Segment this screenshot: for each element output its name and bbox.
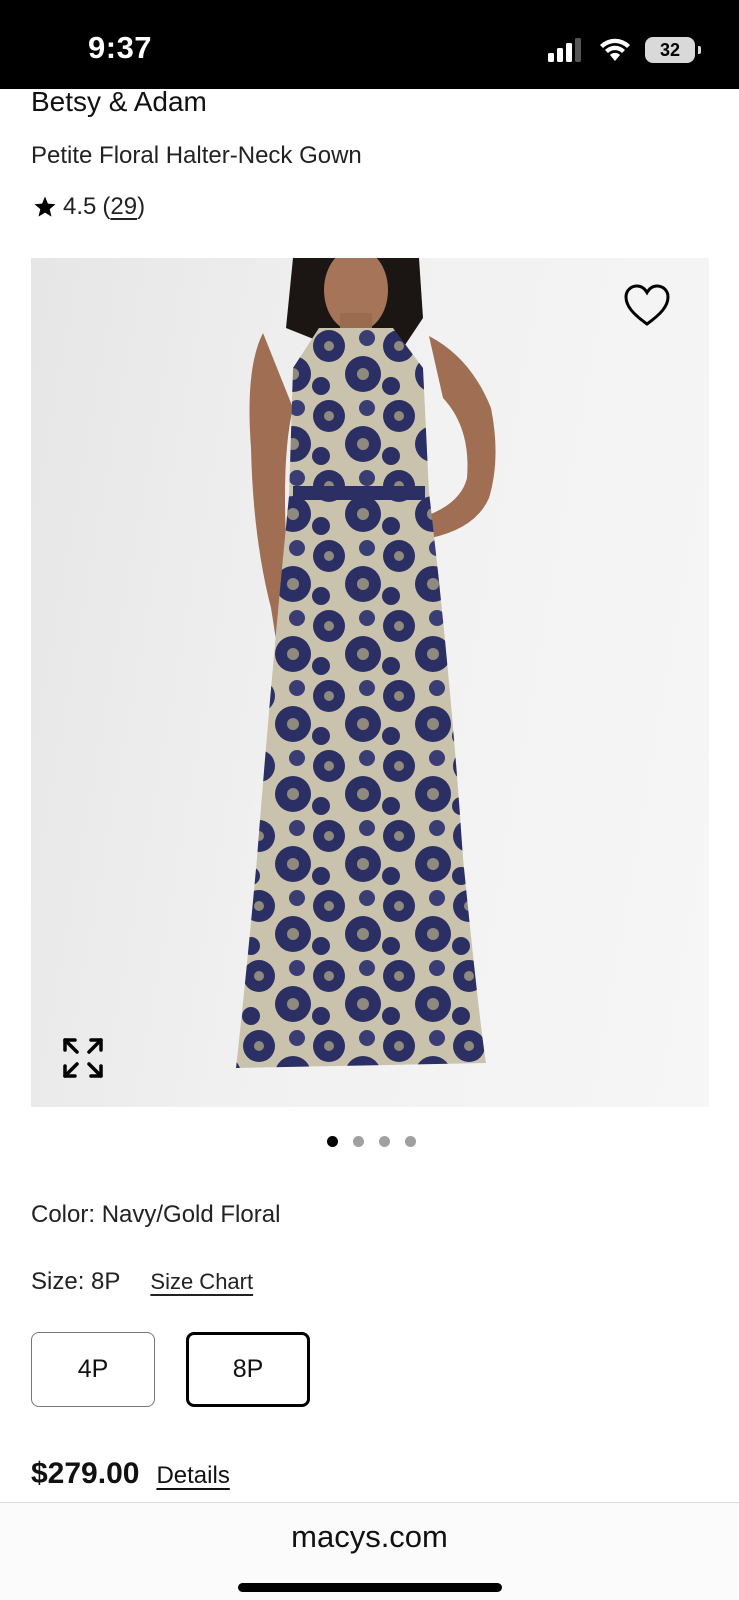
price-section: $279.00 Details [31,1457,230,1491]
price: $279.00 [31,1457,140,1490]
rating-value: 4.5 [63,193,97,220]
browser-address-bar[interactable]: macys.com [0,1502,739,1600]
status-bar: 9:37 32 [0,0,739,89]
size-chart-link[interactable]: Size Chart [150,1269,253,1295]
carousel-dot-4[interactable] [405,1136,416,1147]
model-dress-image [236,258,496,1068]
carousel-dot-2[interactable] [353,1136,364,1147]
review-count[interactable]: (29) [102,193,145,221]
expand-icon[interactable] [61,1036,105,1080]
brand-link[interactable]: Betsy & Adam [31,86,207,118]
price-details-link[interactable]: Details [156,1462,229,1490]
domain-label[interactable]: macys.com [0,1519,739,1555]
product-title: Petite Floral Halter-Neck Gown [31,142,362,169]
star-icon [34,196,56,217]
selected-color: Color: Navy/Gold Floral [31,1201,281,1228]
image-carousel-dots [0,1136,739,1147]
rating-summary[interactable]: 4.5 (29) [33,193,145,221]
selected-size: Size: 8P [31,1268,121,1295]
home-indicator[interactable] [238,1583,502,1592]
wifi-icon [600,38,630,61]
size-options: 4P 8P [31,1332,310,1407]
status-icons: 32 [547,34,701,66]
battery-icon: 32 [645,37,701,63]
battery-level: 32 [659,39,681,60]
size-selector-header: Size: 8P Size Chart [31,1268,253,1296]
cellular-signal-icon [548,38,581,62]
heart-icon[interactable] [623,283,671,327]
carousel-dot-3[interactable] [379,1136,390,1147]
size-option-4p[interactable]: 4P [31,1332,155,1407]
product-image[interactable] [31,258,709,1107]
status-time: 9:37 [88,30,153,65]
carousel-dot-1[interactable] [327,1136,338,1147]
size-option-8p[interactable]: 8P [186,1332,310,1407]
